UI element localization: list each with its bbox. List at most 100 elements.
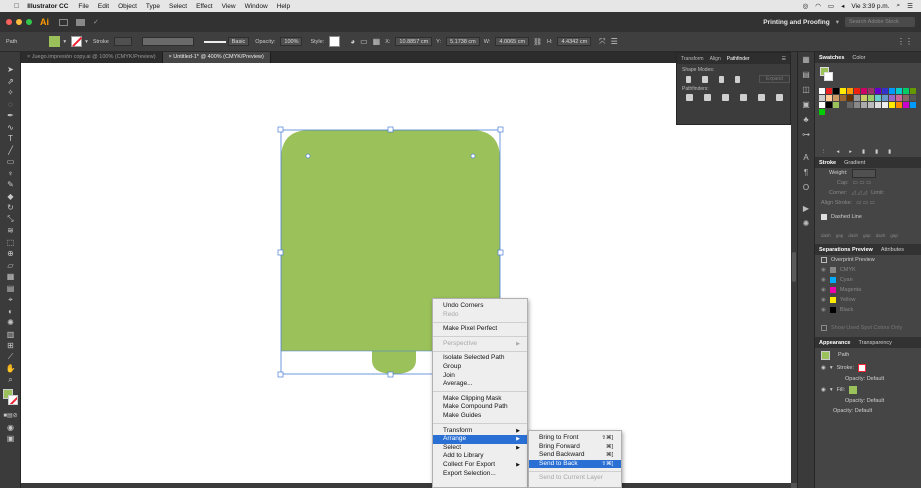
appearance-fill-row[interactable]: ◉ ▾ Fill: — [815, 384, 921, 396]
opentype-icon[interactable]: O — [798, 180, 814, 195]
lasso-icon[interactable]: ◌ — [0, 99, 21, 111]
tab-color[interactable]: Color — [852, 55, 865, 61]
eye-icon[interactable]: ◉ — [821, 307, 826, 313]
appearance-stroke-row[interactable]: ◉ ▾ Stroke: — [815, 362, 921, 374]
width-icon[interactable]: ≋ — [0, 225, 21, 237]
menu-item-export-selection[interactable]: Export Selection... — [433, 470, 527, 479]
menu-object[interactable]: Object — [118, 3, 137, 10]
plate-magenta[interactable]: ◉ Magenta — [815, 285, 921, 295]
transform-icon[interactable]: ⤧ — [599, 37, 605, 47]
symbol-sprayer-icon[interactable]: ✺ — [0, 317, 21, 329]
tab-untitled-1[interactable]: × Untitled-1* @ 400% (CMYK/Preview) — [162, 52, 271, 63]
intersect-icon[interactable] — [718, 75, 724, 83]
paragraph-icon[interactable]: ¶ — [798, 165, 814, 180]
tab-align[interactable]: Align — [710, 56, 721, 62]
fill-opacity-row[interactable]: Opacity: Default — [815, 396, 921, 406]
menu-help[interactable]: Help — [277, 3, 290, 10]
submenu-item-send-backward[interactable]: Send Backward ⌘[ — [529, 451, 621, 460]
tab-appearance[interactable]: Appearance — [819, 340, 851, 346]
line-icon[interactable]: ╱ — [0, 145, 21, 157]
close-window-button[interactable] — [6, 19, 12, 25]
stock-search-input[interactable]: Search Adobe Stock — [845, 17, 915, 27]
eye-icon[interactable]: ◉ — [821, 267, 826, 273]
divide-icon[interactable] — [686, 94, 693, 101]
tab-juego-impresion[interactable]: × Juego.impresión copy.ai @ 100% (CMYK/P… — [21, 52, 163, 63]
expand-button[interactable]: Expand — [759, 75, 790, 83]
pencil-icon[interactable]: ✎ — [0, 179, 21, 191]
h-field[interactable]: 4.4342 cm — [557, 37, 592, 46]
variable-width-profile[interactable] — [141, 37, 194, 46]
chevron-down-icon[interactable]: ▾ — [830, 365, 833, 371]
stroke-weight-field[interactable] — [113, 37, 132, 46]
cap-buttons[interactable]: ▭ ▭ ▭ — [853, 180, 872, 186]
rotate-icon[interactable]: ↻ — [0, 202, 21, 214]
magic-wand-icon[interactable]: ✧ — [0, 87, 21, 99]
corner-widget[interactable] — [305, 153, 311, 159]
eyedropper-icon[interactable]: ⌖ — [0, 294, 21, 306]
type-icon[interactable]: T — [0, 133, 21, 145]
menu-item-isolate-selected-path[interactable]: Isolate Selected Path — [433, 354, 527, 363]
stroke-swatch[interactable] — [824, 72, 833, 81]
menu-app-name[interactable]: Illustrator CC — [27, 3, 68, 10]
minimize-window-button[interactable] — [16, 19, 22, 25]
plate-yellow[interactable]: ◉ Yellow — [815, 295, 921, 305]
menu-item-make-pixel-perfect[interactable]: Make Pixel Perfect — [433, 325, 527, 334]
y-field[interactable]: 5.1738 cm — [446, 37, 480, 46]
tab-transform[interactable]: Transform — [681, 56, 704, 62]
align-stroke-buttons[interactable]: ▭ ▭ ▭ — [856, 200, 875, 206]
links-icon[interactable]: ⊶ — [798, 127, 814, 142]
fill-swatch[interactable] — [49, 36, 61, 47]
chevron-down-icon[interactable]: ▾ — [85, 39, 88, 45]
hand-icon[interactable]: ✋ — [0, 363, 21, 375]
menu-item-select[interactable]: Select ▶ — [433, 444, 527, 453]
stroke-label[interactable]: Stroke — [93, 39, 109, 45]
zoom-icon[interactable]: ⌕ — [0, 375, 21, 387]
menu-item-average[interactable]: Average... — [433, 380, 527, 389]
trim-icon[interactable] — [704, 94, 711, 101]
clock[interactable]: Vie 3:39 p.m. — [851, 3, 889, 10]
minus-front-icon[interactable] — [702, 75, 708, 83]
perspective-icon[interactable]: ▱ — [0, 260, 21, 272]
workspace-switcher[interactable]: Printing and Proofing — [763, 19, 829, 26]
arrow-tool-icon[interactable]: ➤ — [0, 64, 21, 76]
scale-icon[interactable]: ⤡ — [0, 214, 21, 226]
brushes-icon[interactable]: ✺ — [798, 216, 814, 231]
horizontal-scrollbar[interactable] — [21, 483, 791, 488]
fill-stroke-widget[interactable] — [0, 386, 20, 410]
brush-icon[interactable]: ♆ — [0, 168, 21, 180]
menu-item-transform[interactable]: Transform ▶ — [433, 427, 527, 436]
plate-cmyk[interactable]: ◉ CMYK — [815, 265, 921, 275]
menu-item-collect-for-export[interactable]: Collect For Export ▶ — [433, 461, 527, 470]
stroke-color-box[interactable] — [8, 395, 18, 405]
layers-icon[interactable]: ▤ — [798, 67, 814, 82]
menu-effect[interactable]: Effect — [196, 3, 213, 10]
gpu-icon[interactable]: ✓ — [93, 18, 99, 26]
w-field[interactable]: 4.0065 cm — [495, 37, 530, 46]
color-mode-icon[interactable]: ■▤⊘ — [0, 410, 21, 422]
tab-attributes[interactable]: Attributes — [881, 247, 904, 253]
bridge-icon[interactable] — [59, 18, 68, 26]
menu-view[interactable]: View — [222, 3, 236, 10]
submenu-item-bring-to-front[interactable]: Bring to Front ⇧⌘] — [529, 434, 621, 443]
shape-builder-icon[interactable]: ⊕ — [0, 248, 21, 260]
creative-cloud-icon[interactable]: ◎ — [803, 2, 809, 10]
plate-black[interactable]: ◉ Black — [815, 305, 921, 315]
workspace-menu-icon[interactable]: ⋮⋮ — [897, 37, 913, 46]
character-controls-row[interactable]: ⋮ ◂ ▸ ▮ ▮ ▮ — [815, 147, 921, 157]
plate-cyan[interactable]: ◉ Cyan — [815, 275, 921, 285]
unite-icon[interactable] — [686, 75, 692, 83]
menu-item-make-compound-path[interactable]: Make Compound Path — [433, 403, 527, 412]
graphic-style-swatch[interactable] — [329, 36, 341, 47]
direct-select-icon[interactable]: ⇗ — [0, 76, 21, 88]
object-opacity-row[interactable]: Opacity: Default — [815, 406, 921, 416]
submenu-item-send-to-back[interactable]: Send to Back ⇧⌘[ — [529, 459, 621, 469]
exclude-icon[interactable] — [734, 75, 740, 83]
screen-mode-icon[interactable]: ▣ — [0, 433, 21, 445]
menu-edit[interactable]: Edit — [98, 3, 109, 10]
stroke-opacity-row[interactable]: Opacity: Default — [815, 374, 921, 384]
crop-icon[interactable] — [740, 94, 747, 101]
menu-item-join[interactable]: Join — [433, 372, 527, 381]
actions-icon[interactable]: ▶ — [798, 201, 814, 216]
opacity-field[interactable]: 100% — [280, 37, 303, 46]
eye-icon[interactable]: ◉ — [821, 387, 826, 393]
